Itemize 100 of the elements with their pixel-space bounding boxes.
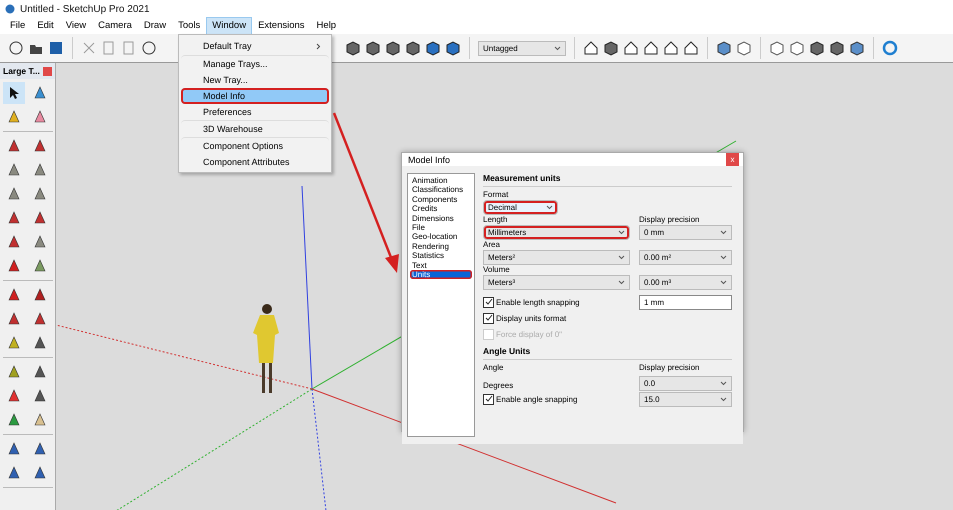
- tool-icon[interactable]: [6, 287, 22, 303]
- house-icon[interactable]: [663, 40, 679, 56]
- menu-entry[interactable]: Default Tray: [181, 37, 329, 55]
- tool-icon[interactable]: [6, 138, 22, 154]
- cube-icon[interactable]: [769, 40, 785, 56]
- tool-icon[interactable]: [32, 335, 48, 351]
- menu-item[interactable]: Edit: [31, 17, 60, 35]
- length-dropdown[interactable]: Millimeters: [483, 225, 630, 240]
- tool-icon[interactable]: [6, 186, 22, 202]
- category-item[interactable]: Units: [410, 270, 472, 280]
- menu-entry[interactable]: New Tray...: [181, 72, 329, 88]
- tool-icon[interactable]: [32, 85, 48, 101]
- checkbox[interactable]: [483, 394, 494, 404]
- cube-icon[interactable]: [716, 40, 732, 56]
- cube-icon[interactable]: [405, 40, 421, 56]
- category-item[interactable]: Dimensions: [410, 214, 472, 224]
- tool-icon[interactable]: [32, 234, 48, 250]
- ring-icon[interactable]: [882, 40, 898, 56]
- menu-entry[interactable]: Component Attributes: [181, 154, 329, 170]
- cube-icon[interactable]: [809, 40, 825, 56]
- tool-icon[interactable]: [32, 287, 48, 303]
- category-item[interactable]: Credits: [410, 204, 472, 214]
- cube-icon[interactable]: [736, 40, 752, 56]
- category-item[interactable]: Components: [410, 194, 472, 204]
- house-icon[interactable]: [623, 40, 639, 56]
- tool-icon[interactable]: [6, 234, 22, 250]
- cube-icon[interactable]: [425, 40, 441, 56]
- cube-icon[interactable]: [849, 40, 865, 56]
- checkbox[interactable]: [483, 312, 494, 324]
- cube-icon[interactable]: [445, 40, 461, 56]
- tool-icon[interactable]: [6, 311, 22, 327]
- tool-icon[interactable]: [32, 138, 48, 154]
- category-item[interactable]: Geo-location: [410, 232, 472, 242]
- tool-icon[interactable]: [32, 311, 48, 327]
- close-button[interactable]: x: [726, 153, 739, 166]
- precision-dropdown[interactable]: 0.00 m³: [639, 275, 732, 290]
- category-item[interactable]: Text: [410, 260, 472, 270]
- cube-icon[interactable]: [385, 40, 401, 56]
- tool-icon[interactable]: [6, 258, 22, 274]
- tool-icon[interactable]: [32, 210, 48, 226]
- tool-icon[interactable]: [32, 412, 48, 428]
- close-icon[interactable]: [43, 66, 52, 76]
- menu-item[interactable]: Tools: [172, 17, 206, 35]
- chevron-right-icon: [316, 42, 321, 50]
- tool-icon[interactable]: [6, 210, 22, 226]
- house-icon[interactable]: [683, 40, 699, 56]
- format-dropdown[interactable]: Decimal: [483, 200, 558, 215]
- menu-entry[interactable]: Model Info: [181, 88, 329, 104]
- menu-item[interactable]: Extensions: [252, 17, 311, 35]
- tool-icon[interactable]: [6, 412, 22, 428]
- tool-icon[interactable]: [32, 364, 48, 380]
- cube-icon[interactable]: [345, 40, 361, 56]
- menu-entry[interactable]: 3D Warehouse: [181, 120, 329, 137]
- precision-dropdown[interactable]: 0.00 m²: [639, 250, 732, 265]
- tool-icon[interactable]: [32, 388, 48, 404]
- tool-icon[interactable]: [6, 441, 22, 457]
- volume-dropdown[interactable]: Meters³: [483, 275, 630, 290]
- menu-entry[interactable]: Component Options: [181, 137, 329, 154]
- menu-entry[interactable]: Preferences: [181, 104, 329, 120]
- tool-icon[interactable]: [32, 465, 48, 481]
- tool-icon[interactable]: [32, 186, 48, 202]
- category-item[interactable]: File: [410, 223, 472, 232]
- checkbox[interactable]: [483, 296, 494, 308]
- input-field[interactable]: 1 mm: [639, 295, 732, 310]
- menu-item[interactable]: Camera: [92, 17, 138, 35]
- category-item[interactable]: Statistics: [410, 251, 472, 261]
- area-dropdown[interactable]: Meters²: [483, 250, 630, 265]
- menu-entry[interactable]: Manage Trays...: [181, 55, 329, 72]
- menu-item[interactable]: View: [60, 17, 92, 35]
- tool-icon[interactable]: [6, 109, 22, 125]
- cube-icon[interactable]: [829, 40, 845, 56]
- tag-dropdown[interactable]: Untagged: [478, 40, 566, 56]
- precision-dropdown[interactable]: 0.0: [639, 376, 732, 391]
- scissors-icon[interactable]: [81, 40, 97, 56]
- menu-item[interactable]: File: [4, 17, 32, 35]
- precision-dropdown[interactable]: 0 mm: [639, 225, 732, 240]
- field-label: Length: [483, 215, 508, 225]
- snap-dropdown[interactable]: 15.0: [639, 392, 732, 407]
- category-item[interactable]: Classifications: [410, 185, 472, 195]
- tool-icon[interactable]: [6, 465, 22, 481]
- tool-icon[interactable]: [6, 162, 22, 178]
- tool-icon[interactable]: [32, 162, 48, 178]
- house-icon[interactable]: [643, 40, 659, 56]
- cube-icon[interactable]: [603, 40, 619, 56]
- tool-icon[interactable]: [6, 335, 22, 351]
- category-item[interactable]: Animation: [410, 176, 472, 186]
- tool-icon[interactable]: [32, 109, 48, 125]
- tool-icon[interactable]: [6, 388, 22, 404]
- cube-icon[interactable]: [789, 40, 805, 56]
- tool-icon[interactable]: [32, 441, 48, 457]
- chevron-down-icon: [720, 255, 727, 260]
- house-icon[interactable]: [583, 40, 599, 56]
- tool-icon[interactable]: [6, 364, 22, 380]
- category-item[interactable]: Rendering: [410, 242, 472, 252]
- menu-item[interactable]: Draw: [138, 17, 172, 35]
- save-icon[interactable]: [48, 40, 64, 56]
- menu-item[interactable]: Help: [310, 17, 342, 35]
- tool-icon[interactable]: [32, 258, 48, 274]
- cube-icon[interactable]: [365, 40, 381, 56]
- menu-item[interactable]: Window: [206, 17, 252, 35]
